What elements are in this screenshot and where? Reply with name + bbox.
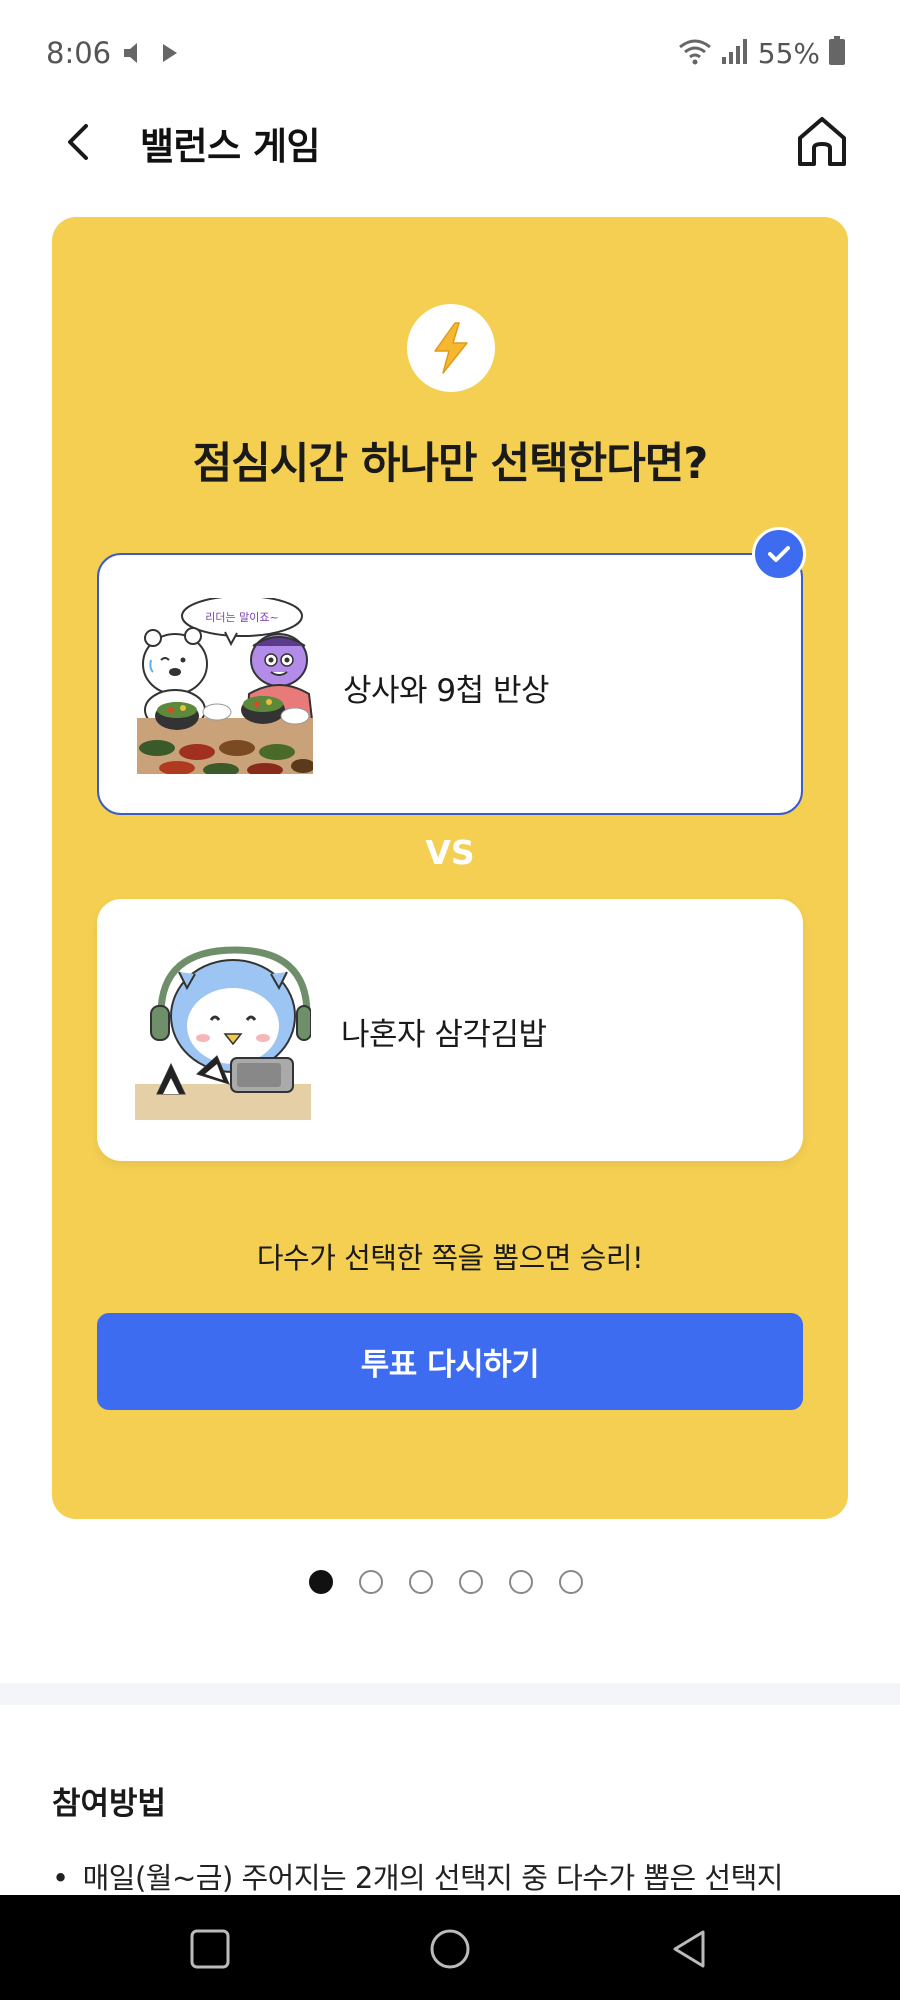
- lightning-badge: [407, 304, 495, 392]
- back-triangle-icon: [673, 1930, 705, 1968]
- wifi-icon: [678, 37, 712, 69]
- option-2-label: 나혼자 삼각김밥: [341, 1017, 547, 1053]
- back-arrow-icon: [68, 124, 88, 160]
- option-1-label: 상사와 9첩 반상: [343, 673, 550, 709]
- balance-game-card: 점심시간 하나만 선택한다면? 리더는 말이죠~ 상사와 9첩 반상 VS 나혼…: [52, 217, 848, 1519]
- pagination-dots: [309, 1570, 583, 1594]
- how-to-title: 참여방법: [52, 1786, 167, 1822]
- how-to-item-text: 매일(월~금) 주어지는 2개의 선택지 중 다수가 뽑은 선택지: [82, 1861, 784, 1895]
- back-button[interactable]: [58, 120, 102, 164]
- lightning-icon: [434, 322, 468, 374]
- page-dot-2[interactable]: [359, 1570, 383, 1594]
- system-nav-bar: [0, 1895, 900, 2000]
- play-icon: [160, 41, 180, 69]
- system-home-button[interactable]: [428, 1927, 472, 1971]
- win-hint-text: 다수가 선택한 쪽을 뽑으면 승리!: [256, 1241, 644, 1275]
- page-dot-1[interactable]: [309, 1570, 333, 1594]
- home-button[interactable]: [794, 114, 850, 170]
- page-dot-5[interactable]: [509, 1570, 533, 1594]
- mute-icon: [122, 40, 144, 70]
- option-2-illustration: [135, 944, 311, 1120]
- checkmark-icon: [768, 546, 790, 562]
- svg-text:리더는 말이죠~: 리더는 말이죠~: [205, 611, 278, 624]
- recent-apps-button[interactable]: [188, 1927, 232, 1971]
- section-divider: [0, 1683, 900, 1705]
- bullet-icon: •: [52, 1861, 69, 1895]
- system-back-button[interactable]: [667, 1927, 711, 1971]
- revote-button[interactable]: 투표 다시하기: [97, 1313, 803, 1410]
- battery-icon: [828, 36, 846, 70]
- status-time: 8:06: [46, 36, 112, 70]
- how-to-item: • 매일(월~금) 주어지는 2개의 선택지 중 다수가 뽑은 선택지: [52, 1855, 783, 1897]
- home-icon: [798, 117, 846, 166]
- page-dot-4[interactable]: [459, 1570, 483, 1594]
- option-card-1[interactable]: 리더는 말이죠~ 상사와 9첩 반상: [97, 553, 803, 815]
- vs-label: VS: [425, 833, 475, 872]
- recent-apps-icon: [190, 1929, 230, 1969]
- selected-check-badge: [752, 527, 806, 581]
- question-title: 점심시간 하나만 선택한다면?: [192, 439, 709, 489]
- home-circle-icon: [430, 1929, 470, 1969]
- battery-percent: 55%: [757, 36, 820, 70]
- signal-icon: [720, 37, 750, 69]
- option-1-illustration: 리더는 말이죠~: [137, 598, 313, 774]
- page-dot-3[interactable]: [409, 1570, 433, 1594]
- page-title: 밸런스 게임: [140, 125, 321, 168]
- page-dot-6[interactable]: [559, 1570, 583, 1594]
- status-bar: 8:06 55%: [0, 0, 900, 110]
- option-card-2[interactable]: 나혼자 삼각김밥: [97, 899, 803, 1161]
- balance-game-screen: 8:06 55% 밸런스 게임 점심시간 하나만 선택한다면? 리더는 말이죠~…: [0, 0, 900, 2000]
- app-header: 밸런스 게임: [0, 100, 900, 210]
